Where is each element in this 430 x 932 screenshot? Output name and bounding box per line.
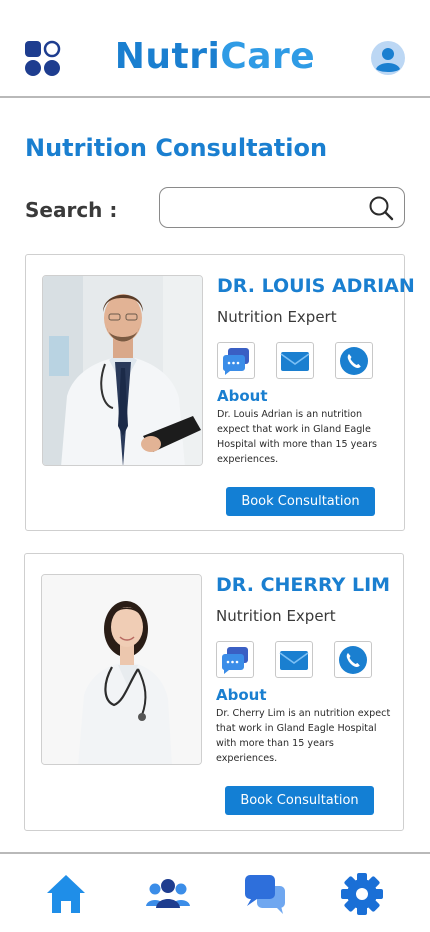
brand-part-2: Care — [220, 36, 316, 77]
doctor-photo — [41, 574, 202, 765]
brand-part-1: Nutri — [114, 36, 221, 77]
search-label: Search : — [25, 198, 118, 222]
mail-icon — [280, 352, 310, 371]
phone-icon — [340, 347, 368, 375]
chat-button[interactable] — [216, 641, 254, 678]
user-avatar-icon[interactable] — [371, 41, 405, 75]
email-button[interactable] — [276, 342, 314, 379]
call-button[interactable] — [334, 641, 372, 678]
settings-icon[interactable] — [340, 872, 384, 916]
phone-icon — [339, 646, 367, 674]
app-header: NutriCare — [0, 0, 430, 98]
users-icon[interactable] — [145, 872, 190, 916]
app-brand: NutriCare — [0, 36, 430, 77]
doctor-name: DR. CHERRY LIM — [216, 574, 391, 596]
doctor-role: Nutrition Expert — [216, 607, 336, 625]
search-icon[interactable] — [368, 195, 394, 221]
about-text: Dr. Louis Adrian is an nutrition expect … — [217, 409, 378, 465]
call-button[interactable] — [335, 342, 373, 379]
about-text: Dr. Cherry Lim is an nutrition expect th… — [216, 708, 391, 764]
doctor-photo — [42, 275, 203, 466]
search-box[interactable] — [159, 187, 405, 228]
chat-bubble-icon — [222, 348, 249, 375]
email-button[interactable] — [275, 641, 313, 678]
doctor-role: Nutrition Expert — [217, 308, 337, 326]
about-title: About — [216, 686, 267, 704]
search-input[interactable] — [170, 196, 364, 222]
bottom-nav — [0, 852, 430, 932]
home-icon[interactable] — [44, 872, 88, 916]
doctor-card: DR. CHERRY LIM Nutrition Expert About Dr… — [24, 553, 404, 831]
book-consultation-button[interactable]: Book Consultation — [226, 487, 375, 516]
mail-icon — [279, 651, 309, 670]
chat-bubble-icon — [221, 647, 248, 674]
chat-button[interactable] — [217, 342, 255, 379]
page-title: Nutrition Consultation — [25, 134, 328, 162]
doctor-name: DR. LOUIS ADRIAN — [217, 275, 415, 297]
about-title: About — [217, 387, 268, 405]
chat-icon[interactable] — [243, 872, 287, 916]
book-consultation-button[interactable]: Book Consultation — [225, 786, 374, 815]
doctor-card: DR. LOUIS ADRIAN Nutrition Expert About … — [25, 254, 415, 531]
